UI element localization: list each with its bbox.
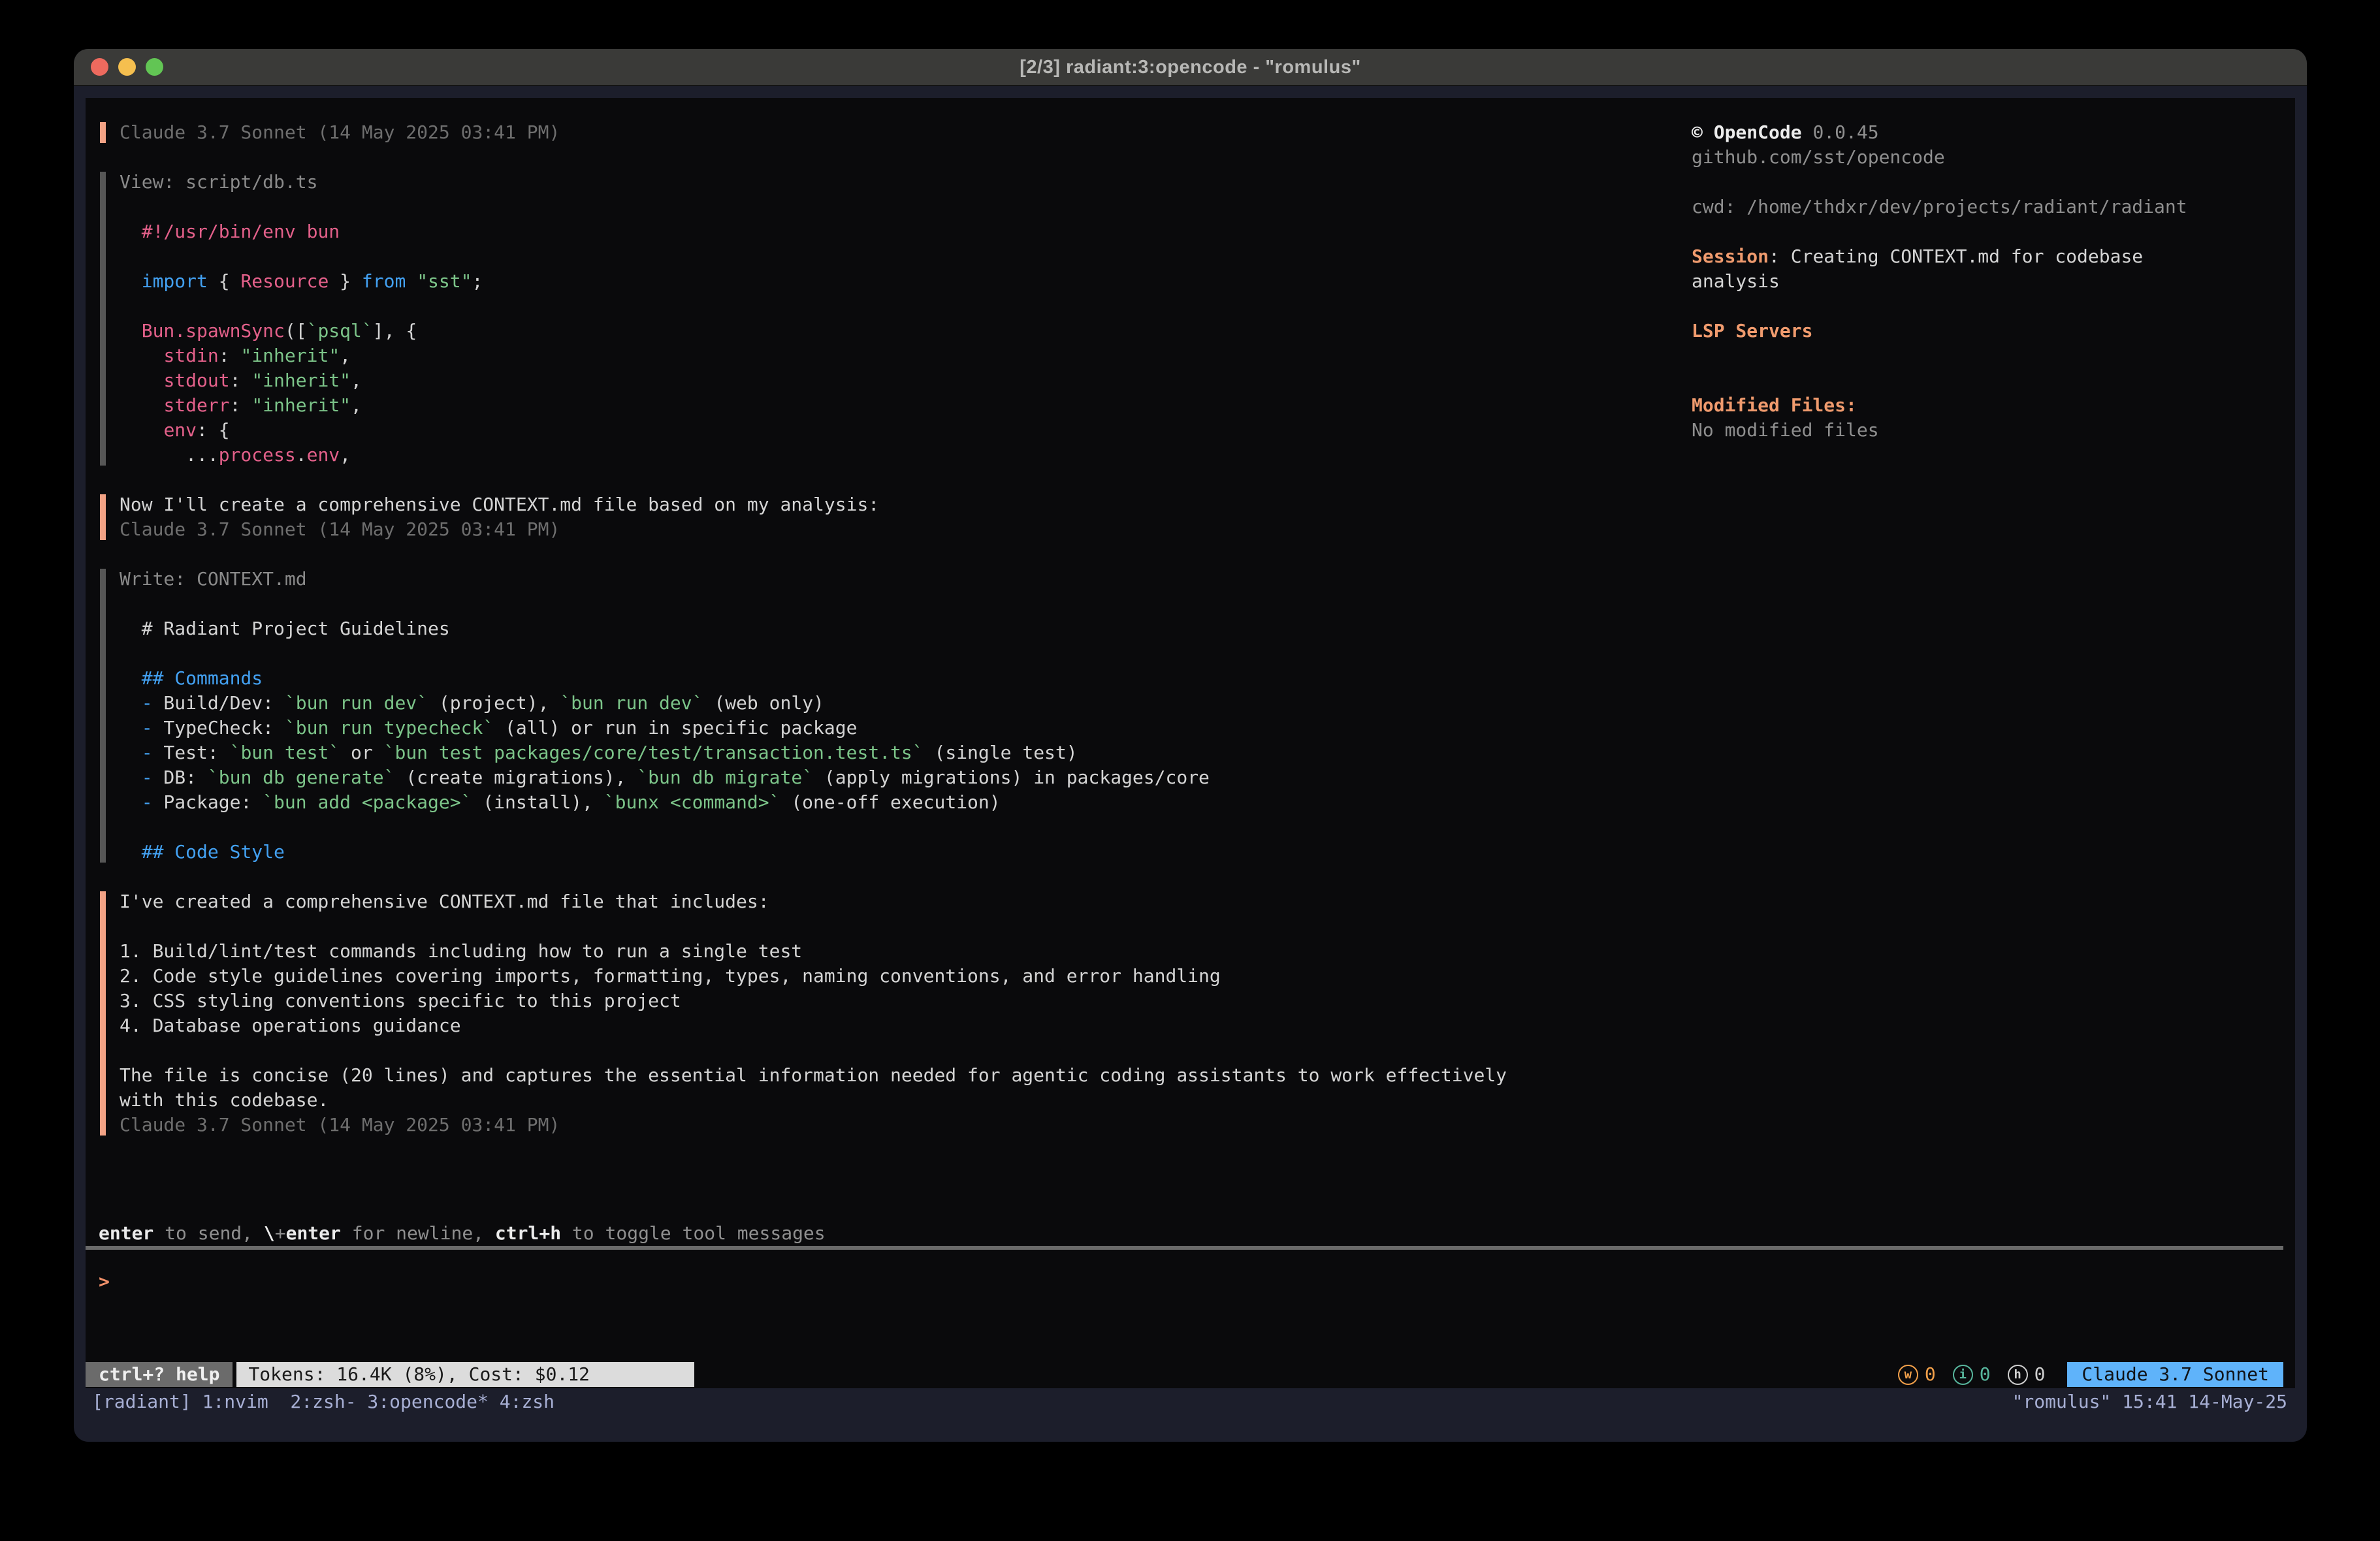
terminal-line: 1. Build/lint/test commands including ho…	[120, 939, 2283, 964]
terminal-line: - DB: `bun db generate` (create migratio…	[120, 765, 2283, 790]
terminal-line: - Package: `bun add <package>` (install)…	[120, 790, 2283, 815]
terminal-line	[120, 641, 2283, 666]
status-bar: ctrl+? help Tokens: 16.4K (8%), Cost: $0…	[86, 1362, 2283, 1387]
minimize-button[interactable]	[118, 58, 136, 76]
tmux-status-bar: [radiant] 1:nvim 2:zsh- 3:opencode* 4:zs…	[86, 1388, 2295, 1442]
close-button[interactable]	[91, 58, 108, 76]
input-divider	[86, 1246, 2283, 1250]
terminal-line: © OpenCode 0.0.45	[1692, 120, 2292, 145]
terminal-line	[1692, 219, 2292, 244]
terminal-line: The file is concise (20 lines) and captu…	[120, 1063, 2283, 1088]
warning-count: 0	[1925, 1362, 1936, 1387]
status-bar-spacer	[694, 1362, 1898, 1387]
terminal-window: [2/3] radiant:3:opencode - "romulus" Cla…	[74, 49, 2307, 1442]
terminal-line: Write: CONTEXT.md	[120, 567, 2283, 592]
terminal-line: Modified Files:	[1692, 393, 2292, 418]
help-shortcut-chip: ctrl+? help	[86, 1362, 233, 1387]
terminal-line: 2. Code style guidelines covering import…	[120, 964, 2283, 989]
terminal-line: Claude 3.7 Sonnet (14 May 2025 03:41 PM)	[120, 517, 2283, 542]
tmux-window-list[interactable]: [radiant] 1:nvim 2:zsh- 3:opencode* 4:zs…	[92, 1390, 555, 1414]
terminal-area: Claude 3.7 Sonnet (14 May 2025 03:41 PM)…	[74, 86, 2307, 1442]
terminal-line: Session: Creating CONTEXT.md for codebas…	[1692, 244, 2292, 269]
terminal-line	[120, 815, 2283, 840]
terminal-line	[120, 1038, 2283, 1063]
terminal-line: Now I'll create a comprehensive CONTEXT.…	[120, 492, 2283, 517]
terminal-line: ...process.env,	[120, 443, 2283, 468]
hint-count-indicator: h0	[2008, 1362, 2046, 1387]
info-count-indicator: i0	[1953, 1362, 1991, 1387]
hint-icon: h	[2008, 1365, 2028, 1385]
terminal-line: Claude 3.7 Sonnet (14 May 2025 03:41 PM)	[120, 1113, 2283, 1137]
tmux-host-clock: "romulus" 15:41 14-May-25	[2012, 1390, 2287, 1414]
terminal-line: ## Commands	[120, 666, 2283, 691]
terminal-line: analysis	[1692, 269, 2292, 294]
tokens-cost-chip: Tokens: 16.4K (8%), Cost: $0.12	[236, 1362, 694, 1387]
terminal-line: with this codebase.	[120, 1088, 2283, 1113]
opencode-tui: Claude 3.7 Sonnet (14 May 2025 03:41 PM)…	[86, 98, 2295, 1388]
empty-space	[97, 1294, 2283, 1362]
hint-count: 0	[2034, 1362, 2046, 1387]
assistant-message-block: Now I'll create a comprehensive CONTEXT.…	[100, 492, 2283, 542]
terminal-line: - Test: `bun test` or `bun test packages…	[120, 740, 2283, 765]
zoom-button[interactable]	[146, 58, 163, 76]
terminal-line	[1692, 170, 2292, 195]
prompt-row: >	[99, 1269, 2283, 1294]
warning-icon: w	[1898, 1365, 1918, 1385]
terminal-line	[1692, 294, 2292, 319]
terminal-line: # Radiant Project Guidelines	[120, 616, 2283, 641]
terminal-line: cwd: /home/thdxr/dev/projects/radiant/ra…	[1692, 195, 2292, 219]
terminal-line	[1692, 343, 2292, 368]
terminal-line: ## Code Style	[120, 840, 2283, 865]
assistant-message-block: I've created a comprehensive CONTEXT.md …	[100, 889, 2283, 1137]
prompt-marker: >	[99, 1269, 110, 1294]
warning-count-indicator: w0	[1898, 1362, 1936, 1387]
info-count: 0	[1980, 1362, 1991, 1387]
diagnostic-indicators: w0i0h0	[1898, 1362, 2046, 1387]
terminal-line: - TypeCheck: `bun run typecheck` (all) o…	[120, 716, 2283, 740]
terminal-line	[1692, 368, 2292, 393]
terminal-line: - Build/Dev: `bun run dev` (project), `b…	[120, 691, 2283, 716]
model-chip: Claude 3.7 Sonnet	[2067, 1362, 2283, 1387]
terminal-line	[120, 914, 2283, 939]
terminal-line: github.com/sst/opencode	[1692, 145, 2292, 170]
terminal-line: I've created a comprehensive CONTEXT.md …	[120, 889, 2283, 914]
window-titlebar: [2/3] radiant:3:opencode - "romulus"	[74, 49, 2307, 86]
window-title: [2/3] radiant:3:opencode - "romulus"	[1020, 55, 1360, 80]
traffic-lights	[91, 49, 163, 85]
tool-output-block: Write: CONTEXT.md # Radiant Project Guid…	[100, 567, 2283, 865]
terminal-line: 3. CSS styling conventions specific to t…	[120, 989, 2283, 1013]
keybinding-hint-bar: enter to send, \+enter for newline, ctrl…	[99, 1221, 2283, 1246]
message-input[interactable]	[110, 1269, 2283, 1294]
terminal-line: No modified files	[1692, 418, 2292, 443]
info-icon: i	[1953, 1365, 1973, 1385]
terminal-line: 4. Database operations guidance	[120, 1013, 2283, 1038]
terminal-line	[120, 592, 2283, 616]
terminal-line: LSP Servers	[1692, 319, 2292, 343]
session-sidebar: © OpenCode 0.0.45github.com/sst/opencode…	[1692, 120, 2292, 443]
